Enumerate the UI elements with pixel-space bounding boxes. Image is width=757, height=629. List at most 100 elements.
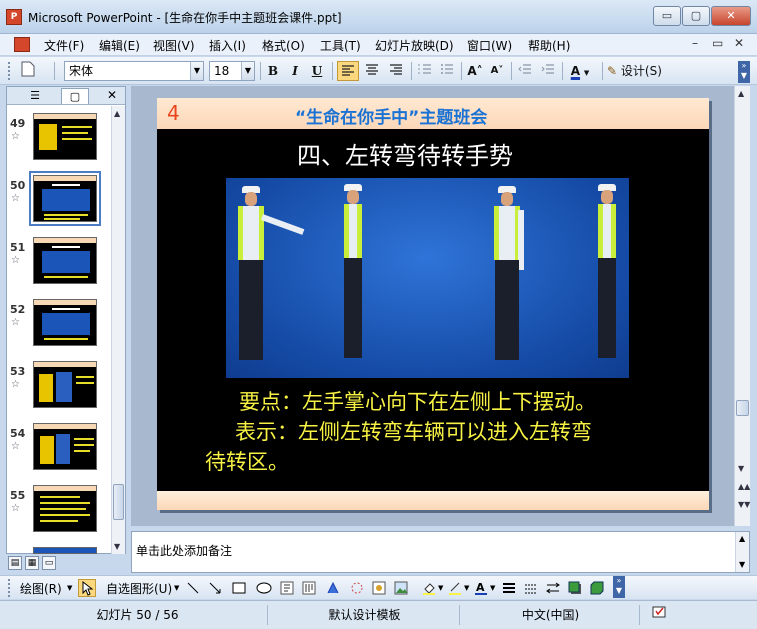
menu-format[interactable]: 格式(O) (262, 37, 305, 54)
current-slide[interactable]: 4 “生命在你手中”主题班会 四、左转弯待转手势 要点：左手掌心向下在左侧上下摆… (157, 98, 709, 510)
outline-tab[interactable]: ☰ (21, 88, 49, 104)
menu-edit[interactable]: 编辑(E) (99, 37, 140, 54)
underline-button[interactable]: U (308, 61, 326, 81)
align-center-icon[interactable] (361, 61, 383, 81)
previous-slide-icon[interactable]: ▲▲ (738, 482, 750, 491)
next-slide-icon[interactable]: ▼▼ (738, 500, 750, 509)
select-pointer-icon[interactable] (78, 579, 96, 597)
toolbar-separator (411, 62, 412, 80)
shrink-font-icon[interactable]: A˅ (487, 61, 507, 81)
slide-number: 54 (10, 427, 26, 440)
menu-tools[interactable]: 工具(T) (320, 37, 361, 54)
increase-indent-icon[interactable] (538, 61, 558, 81)
3d-style-icon[interactable] (590, 581, 604, 595)
close-button[interactable]: ✕ (711, 6, 751, 26)
scroll-up-icon[interactable]: ▲ (114, 109, 120, 118)
align-right-icon[interactable] (385, 61, 407, 81)
doc-restore-button[interactable]: ▭ (712, 36, 723, 50)
powerpoint-app-icon[interactable]: P (6, 9, 22, 25)
dash-style-icon[interactable] (524, 581, 538, 595)
textbox-icon[interactable] (280, 581, 294, 595)
scroll-down-icon[interactable]: ▼ (738, 464, 744, 473)
menu-help[interactable]: 帮助(H) (528, 37, 570, 54)
toolbar-options-icon[interactable]: » ▼ (738, 61, 750, 83)
doc-minimize-button[interactable]: – (692, 36, 698, 50)
slide-title[interactable]: 四、左转弯待转手势 (297, 136, 513, 171)
normal-view-icon[interactable]: ▤ (8, 556, 22, 570)
chevron-down-icon: ▼ (174, 584, 180, 592)
arrow-icon[interactable] (208, 581, 222, 595)
italic-button[interactable]: I (286, 61, 304, 81)
toolbar-separator (332, 62, 333, 80)
oval-icon[interactable] (256, 581, 272, 595)
scroll-down-icon[interactable]: ▼ (114, 542, 120, 551)
notes-placeholder[interactable]: 单击此处添加备注 (136, 542, 232, 559)
slide-page-number[interactable]: 4 (167, 101, 180, 125)
document-icon[interactable] (14, 37, 30, 52)
scrollbar-thumb[interactable] (113, 484, 124, 520)
diagram-icon[interactable] (350, 581, 364, 595)
arrow-style-icon[interactable] (546, 581, 560, 595)
grow-font-icon[interactable]: A˄ (465, 61, 485, 81)
menu-view[interactable]: 视图(V) (153, 37, 195, 54)
chevron-down-icon[interactable]: ▼ (241, 62, 254, 80)
bold-button[interactable]: B (264, 61, 282, 81)
slideshow-icon[interactable]: ▭ (42, 556, 56, 570)
notes-pane[interactable]: 单击此处添加备注 ▲ ▼ (131, 531, 750, 573)
bullets-icon[interactable] (437, 61, 457, 81)
shadow-style-icon[interactable] (568, 581, 582, 595)
traffic-police-photo[interactable] (226, 178, 629, 378)
slide-scrollbar[interactable]: ▲ ▼ ▲▲ ▼▼ (734, 86, 750, 526)
slides-tab[interactable]: ▢ (61, 88, 89, 104)
slide-sorter-icon[interactable]: ▦ (25, 556, 39, 570)
menu-file[interactable]: 文件(F) (44, 37, 84, 54)
minimize-button[interactable]: ▭ (653, 6, 681, 26)
toolbar-separator (602, 62, 603, 80)
new-document-icon[interactable] (18, 61, 38, 81)
autoshapes-button[interactable]: 自选图形(U) (106, 580, 172, 597)
wordart-icon[interactable] (326, 581, 340, 595)
line-icon[interactable] (186, 581, 200, 595)
font-size-combo[interactable]: 18 ▼ (209, 61, 255, 81)
menu-window[interactable]: 窗口(W) (467, 37, 512, 54)
draw-menu-button[interactable]: 绘图(R) (20, 580, 62, 597)
maximize-button[interactable]: ▢ (682, 6, 710, 26)
align-left-icon[interactable] (337, 61, 359, 81)
spelling-check-icon[interactable] (642, 605, 678, 625)
star-icon: ☆ (11, 503, 20, 514)
line-color-icon[interactable] (448, 581, 462, 595)
design-button[interactable]: ✎ 设计(S) (607, 61, 671, 81)
picture-icon[interactable] (394, 581, 408, 595)
language-status[interactable]: 中文(中国) (462, 605, 640, 625)
scroll-up-icon[interactable]: ▲ (738, 89, 744, 98)
scrollbar-thumb[interactable] (736, 400, 749, 416)
svg-text:A: A (476, 581, 485, 594)
notes-scrollbar[interactable]: ▲ ▼ (735, 532, 749, 572)
font-name-combo[interactable]: 宋体 ▼ (64, 61, 204, 81)
decrease-indent-icon[interactable] (515, 61, 535, 81)
toolbar-options-icon[interactable]: » ▼ (613, 576, 625, 598)
vertical-textbox-icon[interactable] (302, 581, 316, 595)
scroll-down-icon[interactable]: ▼ (739, 560, 745, 569)
numbering-icon[interactable] (415, 61, 435, 81)
design-template-status[interactable]: 默认设计模板 (270, 605, 460, 625)
rectangle-icon[interactable] (232, 581, 246, 595)
slide-header-title[interactable]: “生命在你手中”主题班会 (295, 103, 487, 128)
close-icon[interactable]: ✕ (107, 88, 117, 102)
toolbar-grip[interactable] (8, 579, 11, 597)
doc-close-button[interactable]: ✕ (734, 36, 744, 50)
line-style-icon[interactable] (502, 581, 516, 595)
menu-insert[interactable]: 插入(I) (209, 37, 246, 54)
menu-slideshow[interactable]: 幻灯片放映(D) (375, 37, 454, 54)
font-color-icon[interactable]: A (474, 581, 488, 595)
scroll-up-icon[interactable]: ▲ (739, 534, 745, 543)
clipart-icon[interactable] (372, 581, 386, 595)
slides-pane-scrollbar[interactable]: ▲ ▼ (111, 106, 125, 554)
toolbar-grip[interactable] (8, 62, 11, 80)
font-color-button[interactable]: A ▼ (566, 61, 594, 81)
window-title: Microsoft PowerPoint - [生命在你手中主题班会课件.ppt… (28, 11, 342, 25)
view-buttons: ▤ ▦ ▭ (6, 556, 126, 572)
slide-number: 50 (10, 179, 26, 192)
chevron-down-icon[interactable]: ▼ (190, 62, 203, 80)
fill-color-icon[interactable] (422, 581, 436, 595)
